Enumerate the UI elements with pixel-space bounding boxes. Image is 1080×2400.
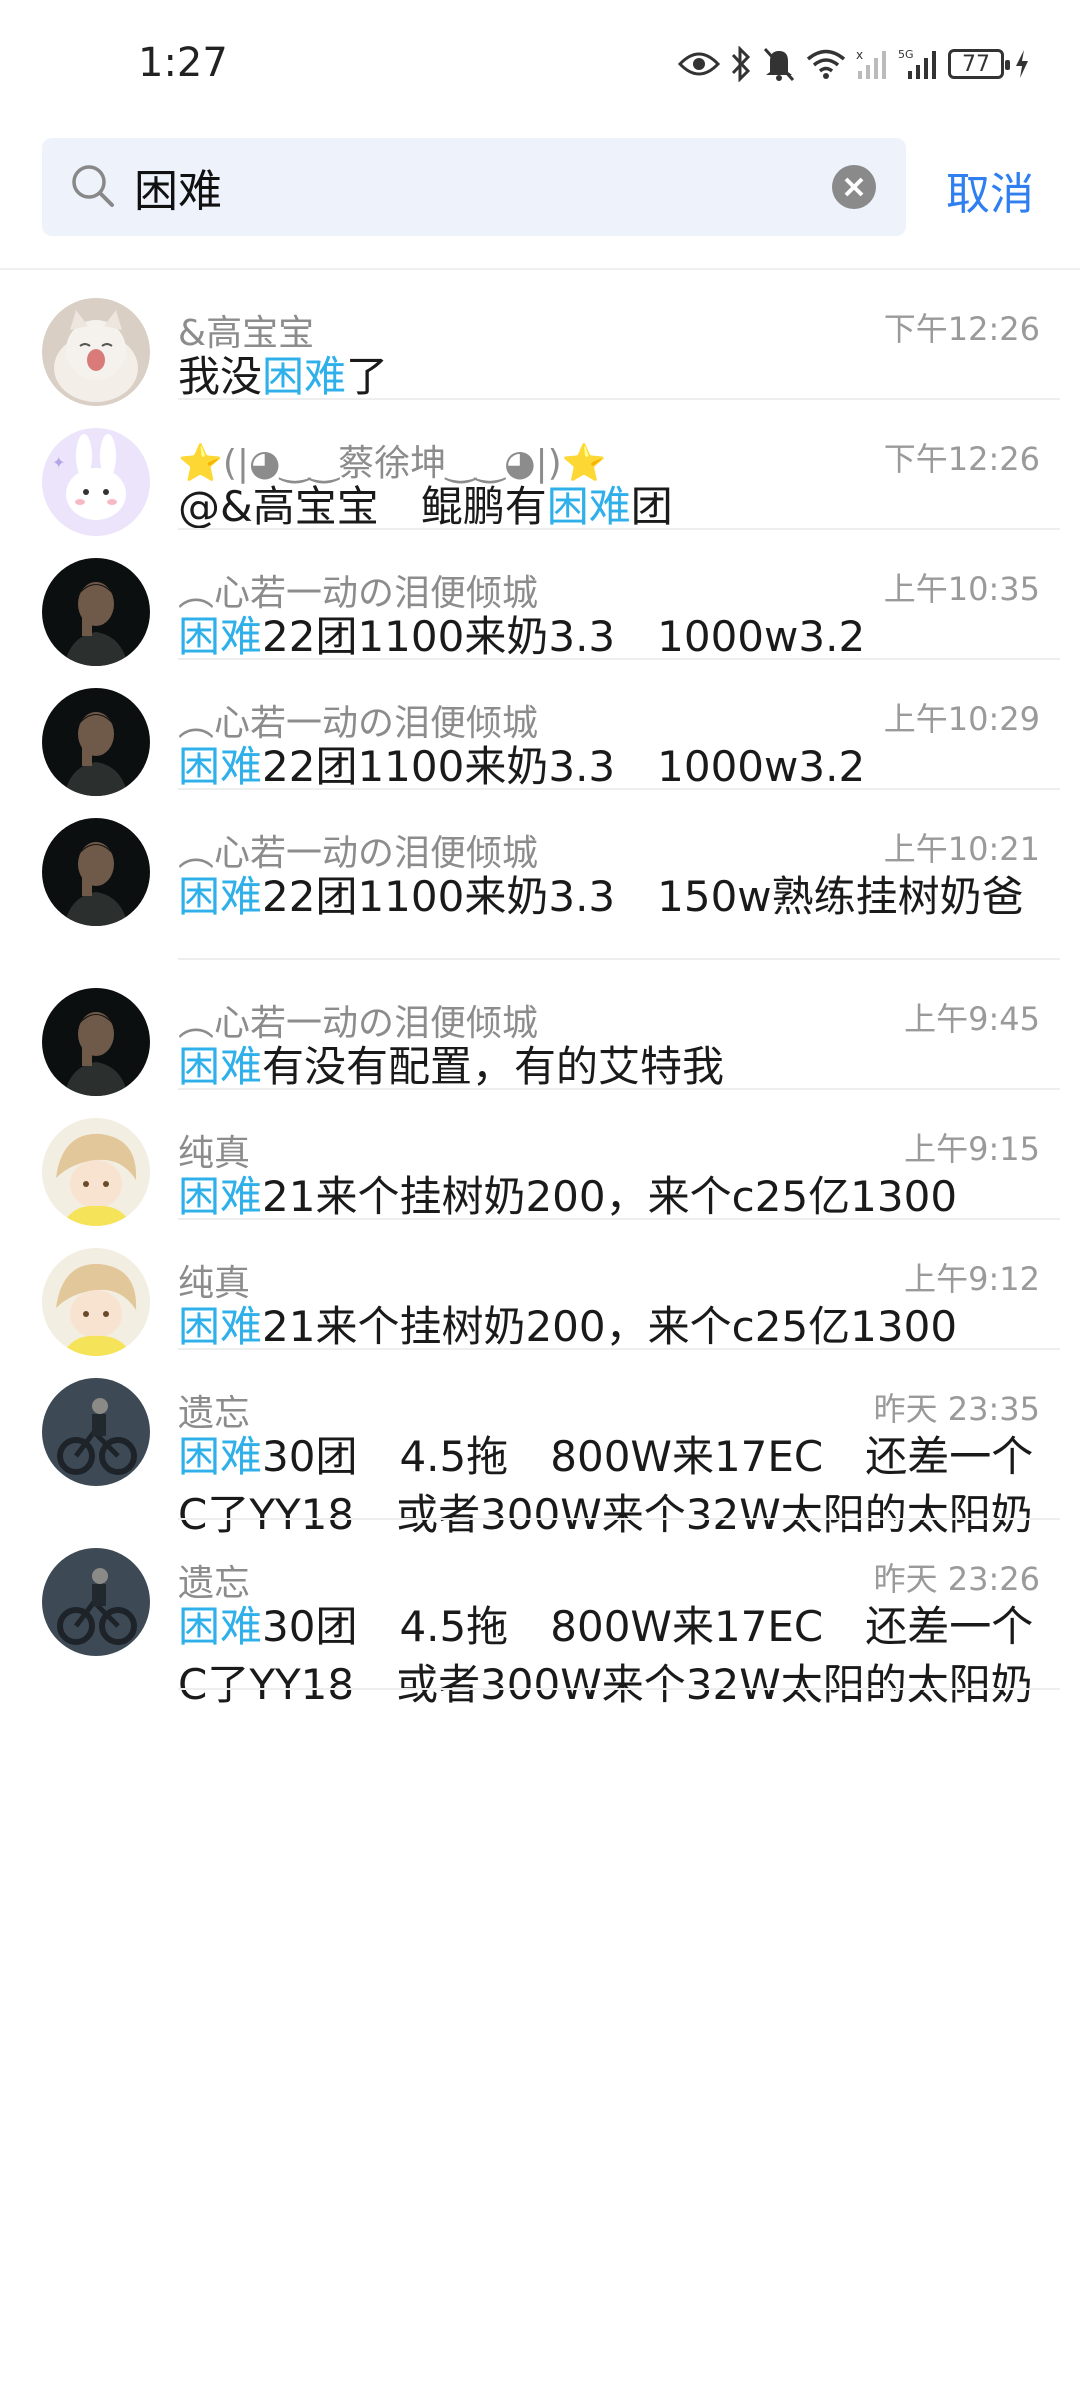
highlighted-keyword: 困难 — [262, 352, 347, 401]
message-time: 上午9:12 — [904, 1260, 1040, 1298]
bike-avatar[interactable] — [42, 1548, 150, 1656]
message-text: 22团1100来奶3.3 1000w3.2 — [262, 742, 866, 791]
search-box[interactable] — [42, 138, 906, 236]
wifi-icon — [806, 48, 846, 80]
signal-icon: x — [856, 47, 888, 81]
battery-level: 77 — [962, 51, 990, 77]
mute-icon — [762, 46, 796, 82]
search-icon — [70, 163, 116, 213]
search-result-row[interactable]: 遗忘 昨天 23:26 困难30团 4.5拖 800W来17EC 还差一个C了YY1… — [0, 1520, 1080, 1709]
row-divider — [178, 1688, 1060, 1690]
search-result-row[interactable]: ︵心若一动の泪便倾城 上午9:45 困难有没有配置，有的艾特我 — [0, 960, 1080, 1096]
search-input[interactable] — [134, 154, 834, 220]
search-result-row[interactable]: 纯真 上午9:15 困难21来个挂树奶200，来个c25亿1300 — [0, 1090, 1080, 1226]
person-avatar[interactable] — [42, 558, 150, 666]
message-preview: 困难30团 4.5拖 800W来17EC 还差一个C了YY18 或者300W来个… — [178, 1598, 1048, 1714]
highlighted-keyword: 困难 — [178, 872, 263, 921]
highlighted-keyword: 困难 — [546, 482, 631, 531]
search-row: 取消 — [0, 138, 1080, 238]
cancel-button[interactable]: 取消 — [946, 158, 1034, 222]
message-text: 22团1100来奶3.3 1000w3.2 — [262, 612, 866, 661]
clear-search-icon[interactable] — [830, 163, 878, 211]
status-time: 1:27 — [138, 40, 228, 86]
bunny-avatar[interactable]: ✦ — [42, 428, 150, 536]
highlighted-keyword: 困难 — [178, 1042, 263, 1091]
message-time: 上午10:29 — [883, 700, 1040, 738]
message-text: 21来个挂树奶200，来个c25亿1300 — [262, 1172, 958, 1221]
svg-text:✦: ✦ — [52, 453, 65, 472]
search-result-row[interactable]: ✦ ⭐(|◕‿‿蔡徐坤‿‿◕|)⭐ 下午12:26 @&高宝宝 鲲鹏有困难团 — [0, 400, 1080, 536]
search-result-row[interactable]: ︵心若一动の泪便倾城 上午10:21 困难22团1100来奶3.3 150w熟练挂树… — [0, 790, 1080, 960]
message-preview: 困难22团1100来奶3.3 150w熟练挂树奶爸 — [178, 868, 1048, 926]
status-bar: 1:27 x 5G 77 — [0, 0, 1080, 130]
bluetooth-icon — [730, 46, 752, 82]
message-time: 下午12:26 — [883, 310, 1040, 348]
highlighted-keyword: 困难 — [178, 1432, 263, 1481]
message-text: 30团 4.5拖 800W来17EC 还差一个C了YY18 或者300W来个32… — [178, 1602, 1034, 1709]
search-result-row[interactable]: ︵心若一动の泪便倾城 上午10:35 困难22团1100来奶3.3 1000w3.2 — [0, 530, 1080, 666]
cat-avatar[interactable] — [42, 298, 150, 406]
highlighted-keyword: 困难 — [178, 1602, 263, 1651]
eye-icon — [678, 49, 720, 79]
svg-text:x: x — [856, 48, 863, 62]
message-text: 我没 — [178, 352, 263, 401]
highlighted-keyword: 困难 — [178, 612, 263, 661]
anime-avatar[interactable] — [42, 1248, 150, 1356]
highlighted-keyword: 困难 — [178, 742, 263, 791]
search-result-row[interactable]: 纯真 上午9:12 困难21来个挂树奶200，来个c25亿1300 — [0, 1220, 1080, 1356]
message-text: 团 — [630, 482, 673, 531]
message-text: 有没有配置，有的艾特我 — [262, 1042, 725, 1091]
network-label: 5G — [898, 48, 914, 61]
message-text: 了 — [346, 352, 389, 401]
charging-icon — [1014, 49, 1030, 79]
search-results-list: &高宝宝 下午12:26 我没困难了 ✦ ⭐(|◕‿‿蔡徐坤‿‿◕|)⭐ 下午12:26 @… — [0, 270, 1080, 1709]
search-result-row[interactable]: ︵心若一动の泪便倾城 上午10:29 困难22团1100来奶3.3 1000w3.2 — [0, 660, 1080, 796]
highlighted-keyword: 困难 — [178, 1172, 263, 1221]
battery-icon: 77 — [948, 49, 1010, 79]
anime-avatar[interactable] — [42, 1118, 150, 1226]
message-time: 下午12:26 — [883, 440, 1040, 478]
message-time: 上午9:45 — [904, 1000, 1040, 1038]
status-icons: x 5G 77 — [678, 40, 1030, 88]
5g-signal-icon: 5G — [898, 47, 938, 81]
bike-avatar[interactable] — [42, 1378, 150, 1486]
person-avatar[interactable] — [42, 988, 150, 1096]
search-result-row[interactable]: &高宝宝 下午12:26 我没困难了 — [0, 270, 1080, 406]
message-text: 21来个挂树奶200，来个c25亿1300 — [262, 1302, 958, 1351]
message-time: 上午10:35 — [883, 570, 1040, 608]
person-avatar[interactable] — [42, 688, 150, 796]
message-time: 昨天 23:26 — [873, 1560, 1040, 1598]
message-time: 昨天 23:35 — [873, 1390, 1040, 1428]
person-avatar[interactable] — [42, 818, 150, 926]
message-time: 上午9:15 — [904, 1130, 1040, 1168]
highlighted-keyword: 困难 — [178, 1302, 263, 1351]
message-text: @&高宝宝 鲲鹏有 — [178, 482, 547, 531]
message-text: 22团1100来奶3.3 150w熟练挂树奶爸 — [262, 872, 1024, 921]
search-result-row[interactable]: 遗忘 昨天 23:35 困难30团 4.5拖 800W来17EC 还差一个C了YY1… — [0, 1350, 1080, 1539]
message-time: 上午10:21 — [883, 830, 1040, 868]
